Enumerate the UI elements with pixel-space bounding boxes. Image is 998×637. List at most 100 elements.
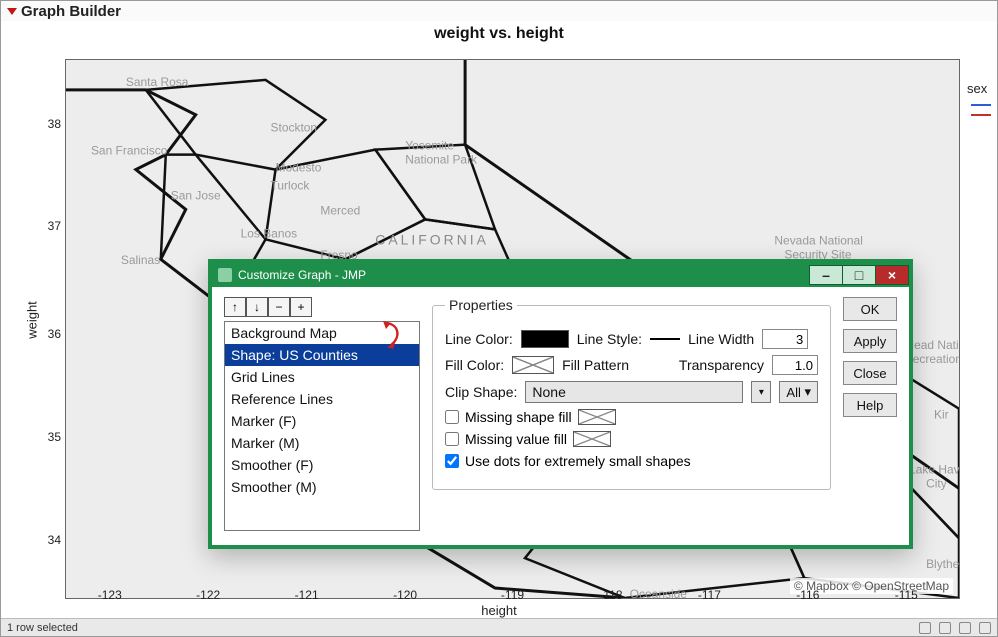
svg-text:CALIFORNIA: CALIFORNIA (375, 231, 489, 247)
fill-color-label: Fill Color: (445, 357, 504, 373)
small-dots-label: Use dots for extremely small shapes (465, 453, 691, 469)
svg-text:Modesto: Modesto (276, 161, 322, 175)
x-tick: -115 (895, 588, 918, 602)
transparency-label: Transparency (679, 357, 764, 373)
clip-shape-all-button[interactable]: All ▾ (779, 381, 818, 403)
layer-add-button[interactable]: + (290, 297, 312, 317)
layer-item[interactable]: Reference Lines (225, 388, 419, 410)
layer-item[interactable]: Shape: US Counties (225, 344, 419, 366)
svg-text:City: City (926, 476, 947, 490)
status-bar: 1 row selected (1, 618, 997, 636)
layer-list[interactable]: Background Map Shape: US Counties Grid L… (224, 321, 420, 531)
x-tick: -123 (98, 588, 122, 602)
svg-text:Salinas: Salinas (121, 253, 160, 267)
missing-shape-fill-swatch[interactable] (578, 409, 616, 425)
layer-item[interactable]: Background Map (225, 322, 419, 344)
missing-value-fill-checkbox[interactable] (445, 432, 459, 446)
close-button[interactable]: Close (843, 361, 897, 385)
layer-move-up-button[interactable]: ↑ (224, 297, 246, 317)
window-close-button[interactable]: × (875, 265, 909, 285)
dialog-title: Customize Graph - JMP (238, 268, 366, 282)
svg-text:Merced: Merced (320, 203, 360, 217)
x-tick: -118 (599, 588, 622, 602)
x-tick: -120 (393, 588, 417, 602)
svg-text:Yosemite: Yosemite (405, 139, 454, 153)
layer-remove-button[interactable]: − (268, 297, 290, 317)
status-text: 1 row selected (7, 622, 78, 634)
status-icon[interactable] (959, 622, 971, 634)
properties-legend: Properties (445, 297, 517, 313)
x-tick: -121 (295, 588, 319, 602)
y-axis-label: weight (24, 301, 39, 339)
transparency-input[interactable] (772, 355, 818, 375)
apply-button[interactable]: Apply (843, 329, 897, 353)
y-tick: 34 (48, 533, 61, 547)
line-width-label: Line Width (688, 331, 754, 347)
layer-item[interactable]: Smoother (F) (225, 454, 419, 476)
layer-move-down-button[interactable]: ↓ (246, 297, 268, 317)
svg-text:National Park: National Park (405, 153, 477, 167)
disclosure-triangle-icon[interactable] (7, 8, 17, 15)
app-icon (218, 268, 232, 282)
outline-title: Graph Builder (21, 3, 121, 20)
ok-button[interactable]: OK (843, 297, 897, 321)
svg-text:Stockton: Stockton (271, 121, 318, 135)
clip-shape-label: Clip Shape: (445, 384, 517, 400)
line-style-swatch[interactable] (650, 338, 680, 340)
outline-header[interactable]: Graph Builder (1, 1, 997, 23)
svg-text:San Jose: San Jose (171, 188, 221, 202)
status-icon[interactable] (939, 622, 951, 634)
dialog-titlebar[interactable]: Customize Graph - JMP – □ × (212, 263, 909, 287)
y-axis-ticks: 34 35 36 37 38 (39, 59, 63, 599)
clip-shape-value: None (532, 384, 565, 400)
svg-text:Turlock: Turlock (271, 179, 310, 193)
legend[interactable]: sex (967, 81, 997, 124)
line-color-label: Line Color: (445, 331, 513, 347)
chart-title: weight vs. height (1, 25, 997, 43)
x-axis-label: height (1, 603, 997, 618)
svg-text:Nevada National: Nevada National (774, 233, 862, 247)
fill-color-swatch[interactable] (512, 356, 554, 374)
fill-pattern-label: Fill Pattern (562, 357, 629, 373)
y-tick: 38 (48, 117, 61, 131)
missing-shape-fill-checkbox[interactable] (445, 410, 459, 424)
x-tick: -117 (698, 588, 721, 602)
svg-text:Santa Rosa: Santa Rosa (126, 75, 189, 89)
svg-text:San Francisco: San Francisco (91, 144, 168, 158)
line-width-input[interactable] (762, 329, 808, 349)
clip-shape-dropdown[interactable]: None (525, 381, 743, 403)
customize-graph-dialog: Customize Graph - JMP – □ × ↑ ↓ − + Back… (208, 259, 913, 549)
layer-item[interactable]: Smoother (M) (225, 476, 419, 498)
line-style-label: Line Style: (577, 331, 642, 347)
y-tick: 37 (48, 219, 61, 233)
help-button[interactable]: Help (843, 393, 897, 417)
window-maximize-button[interactable]: □ (842, 265, 876, 285)
layer-item[interactable]: Marker (F) (225, 410, 419, 432)
status-icon[interactable] (979, 622, 991, 634)
y-tick: 36 (48, 327, 61, 341)
small-dots-row[interactable]: Use dots for extremely small shapes (445, 453, 818, 469)
x-tick: -119 (501, 588, 524, 602)
small-dots-checkbox[interactable] (445, 454, 459, 468)
y-tick: 35 (48, 430, 61, 444)
layer-tools: ↑ ↓ − + (224, 297, 420, 317)
x-tick: -116 (796, 588, 819, 602)
status-icon[interactable] (919, 622, 931, 634)
layer-item[interactable]: Grid Lines (225, 366, 419, 388)
missing-value-fill-label: Missing value fill (465, 431, 567, 447)
svg-text:Lake Hav: Lake Hav (909, 462, 959, 476)
missing-value-fill-row[interactable]: Missing value fill (445, 431, 818, 447)
x-axis-ticks: -123 -122 -121 -120 -119 -118 -117 -116 … (65, 588, 960, 604)
layer-item[interactable]: Marker (M) (225, 432, 419, 454)
line-color-swatch[interactable] (521, 330, 569, 348)
legend-swatch-f[interactable] (971, 104, 991, 106)
legend-swatch-m[interactable] (971, 114, 991, 116)
clip-shape-caret-icon[interactable]: ▾ (751, 381, 771, 403)
missing-shape-fill-row[interactable]: Missing shape fill (445, 409, 818, 425)
properties-panel: Properties Line Color: Line Style: Line … (432, 297, 831, 490)
window-minimize-button[interactable]: – (809, 265, 843, 285)
legend-title: sex (967, 81, 997, 96)
missing-value-fill-swatch[interactable] (573, 431, 611, 447)
svg-text:Kir: Kir (934, 408, 949, 422)
missing-shape-fill-label: Missing shape fill (465, 409, 572, 425)
